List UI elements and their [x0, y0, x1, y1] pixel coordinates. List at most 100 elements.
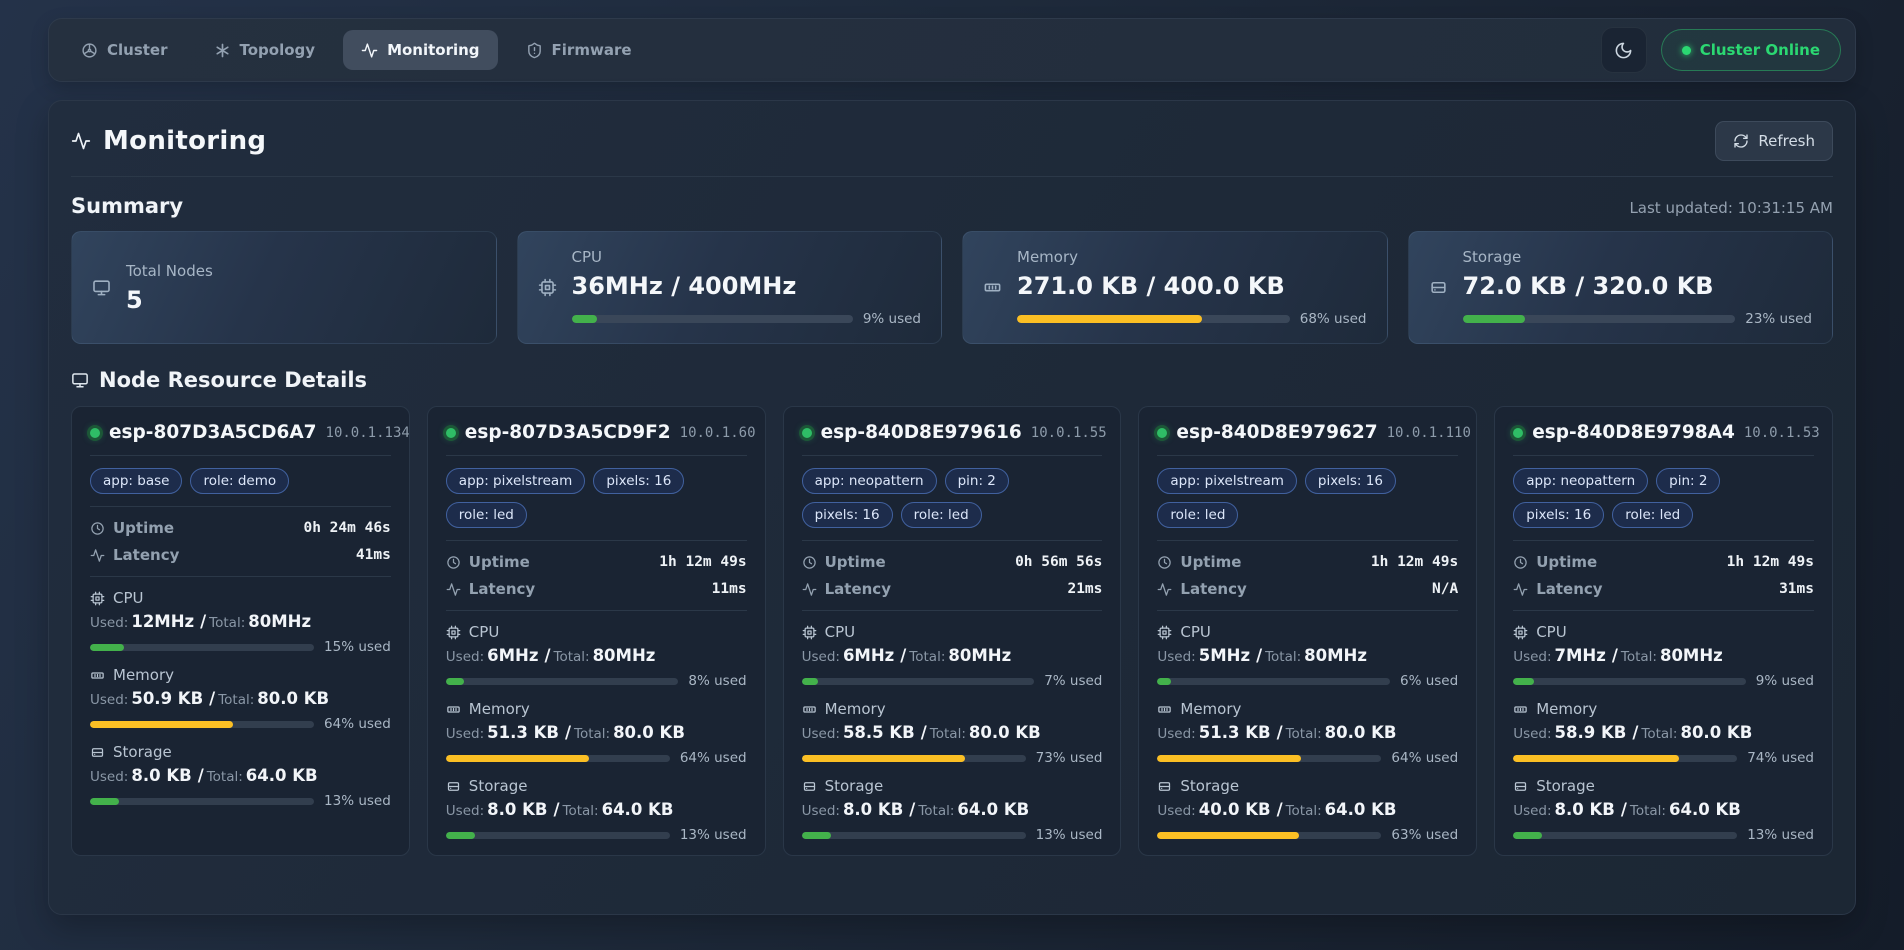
percent-used-label: 13% used	[1747, 827, 1814, 843]
storage-resource: Storage Used:8.0 KB/Total:64.0 KB 13% us…	[90, 743, 391, 809]
latency-label: Latency	[469, 580, 535, 598]
percent-used-label: 64% used	[680, 750, 747, 766]
divider	[90, 455, 391, 456]
theme-toggle-button[interactable]	[1601, 27, 1647, 73]
divider	[1157, 455, 1458, 456]
tab-firmware[interactable]: Firmware	[508, 30, 650, 70]
clock-icon	[90, 521, 105, 536]
cpu-icon	[90, 591, 105, 606]
node-badge: app: pixelstream	[1157, 468, 1297, 494]
divider	[90, 506, 391, 507]
progress-track	[446, 755, 670, 762]
progress-track	[802, 755, 1026, 762]
activity-icon	[90, 548, 105, 563]
storage-icon	[446, 779, 461, 794]
uptime-row: Uptime 1h 12m 49s	[1157, 553, 1458, 571]
memory-total-value: 80.0 KB	[1680, 723, 1752, 742]
divider	[90, 576, 391, 577]
latency-row: Latency 21ms	[802, 580, 1103, 598]
memory-used-value: 51.3 KB	[1199, 723, 1271, 742]
node-card-header: esp-840D8E9798A4 10.0.1.53	[1513, 422, 1814, 443]
cpu-icon	[1513, 625, 1528, 640]
node-details-heading: Node Resource Details	[99, 368, 367, 392]
storage-icon	[90, 745, 105, 760]
last-updated-text: Last updated: 10:31:15 AM	[1629, 199, 1833, 217]
latency-row: Latency 11ms	[446, 580, 747, 598]
uptime-row: Uptime 0h 56m 56s	[802, 553, 1103, 571]
cpu-resource: CPU Used:12MHz/Total:80MHz 15% used	[90, 589, 391, 655]
memory-resource: Memory Used:50.9 KB/Total:80.0 KB 64% us…	[90, 666, 391, 732]
activity-icon	[361, 42, 378, 59]
node-online-dot-icon	[90, 428, 100, 438]
cpu-total-value: 80MHz	[948, 646, 1011, 665]
memory-label: Memory	[1536, 700, 1597, 718]
latency-value: N/A	[1432, 581, 1458, 597]
divider	[446, 540, 747, 541]
refresh-button[interactable]: Refresh	[1715, 121, 1833, 161]
node-ip: 10.0.1.53	[1744, 425, 1820, 441]
storage-total-value: 64.0 KB	[602, 800, 674, 819]
tab-monitoring[interactable]: Monitoring	[343, 30, 497, 70]
node-badge: role: led	[446, 502, 527, 528]
cpu-usage-text: Used:7MHz/Total:80MHz	[1513, 646, 1814, 665]
storage-resource: Storage Used:40.0 KB/Total:64.0 KB 63% u…	[1157, 777, 1458, 843]
clock-icon	[1157, 555, 1172, 570]
node-ip: 10.0.1.60	[680, 425, 756, 441]
storage-resource: Storage Used:8.0 KB/Total:64.0 KB 13% us…	[446, 777, 747, 843]
percent-used-label: 74% used	[1747, 750, 1814, 766]
cpu-usage-text: Used:5MHz/Total:80MHz	[1157, 646, 1458, 665]
node-name: esp-807D3A5CD9F2	[465, 422, 671, 443]
summary-card-value: 271.0 KB / 400.0 KB	[1017, 272, 1367, 300]
storage-total-value: 64.0 KB	[1669, 800, 1741, 819]
memory-icon	[446, 702, 461, 717]
cpu-used-value: 5MHz	[1199, 646, 1250, 665]
shield-alert-icon	[526, 42, 543, 59]
tab-cluster[interactable]: Cluster	[63, 30, 186, 70]
top-nav: Cluster Topology Monitoring Firmware Clu…	[48, 18, 1856, 82]
cpu-label: CPU	[1536, 623, 1567, 641]
progress-track	[1513, 755, 1737, 762]
cpu-icon	[1157, 625, 1172, 640]
memory-used-value: 58.5 KB	[843, 723, 915, 742]
activity-icon	[1157, 582, 1172, 597]
clock-icon	[446, 555, 461, 570]
uptime-label: Uptime	[825, 553, 886, 571]
cpu-used-value: 6MHz	[843, 646, 894, 665]
uptime-row: Uptime 0h 24m 46s	[90, 519, 391, 537]
memory-label: Memory	[825, 700, 886, 718]
node-name: esp-840D8E9798A4	[1532, 422, 1735, 443]
progress-track	[802, 678, 1035, 685]
cpu-resource: CPU Used:7MHz/Total:80MHz 9% used	[1513, 623, 1814, 689]
node-card-header: esp-807D3A5CD9F2 10.0.1.60	[446, 422, 747, 443]
summary-header: Summary Last updated: 10:31:15 AM	[71, 194, 1833, 218]
monitor-icon	[92, 278, 111, 297]
cpu-label: CPU	[1180, 623, 1211, 641]
divider	[71, 176, 1833, 177]
memory-usage-text: Used:58.5 KB/Total:80.0 KB	[802, 723, 1103, 742]
storage-used-value: 8.0 KB	[1555, 800, 1615, 819]
percent-used-label: 6% used	[1400, 673, 1458, 689]
percent-used-label: 64% used	[324, 716, 391, 732]
node-badges: app: neopatternpin: 2pixels: 16role: led	[802, 468, 1103, 528]
summary-progress: 68% used	[1017, 311, 1367, 327]
progress-track	[1157, 755, 1381, 762]
node-badge: pin: 2	[1656, 468, 1720, 494]
node-card-header: esp-840D8E979627 10.0.1.110	[1157, 422, 1458, 443]
storage-label: Storage	[469, 777, 528, 795]
cpu-label: CPU	[825, 623, 856, 641]
cluster-status-label: Cluster Online	[1700, 41, 1820, 59]
tab-topology[interactable]: Topology	[196, 30, 334, 70]
memory-label: Memory	[469, 700, 530, 718]
divider	[1513, 540, 1814, 541]
cpu-resource: CPU Used:5MHz/Total:80MHz 6% used	[1157, 623, 1458, 689]
memory-resource: Memory Used:58.9 KB/Total:80.0 KB 74% us…	[1513, 700, 1814, 766]
storage-icon	[1157, 779, 1172, 794]
percent-used-label: 73% used	[1036, 750, 1103, 766]
progress-track	[90, 798, 314, 805]
node-ip: 10.0.1.134	[326, 425, 410, 441]
node-ip: 10.0.1.55	[1031, 425, 1107, 441]
storage-total-value: 64.0 KB	[246, 766, 318, 785]
node-badge: role: led	[901, 502, 982, 528]
node-badge: app: base	[90, 468, 182, 494]
memory-used-value: 58.9 KB	[1555, 723, 1627, 742]
